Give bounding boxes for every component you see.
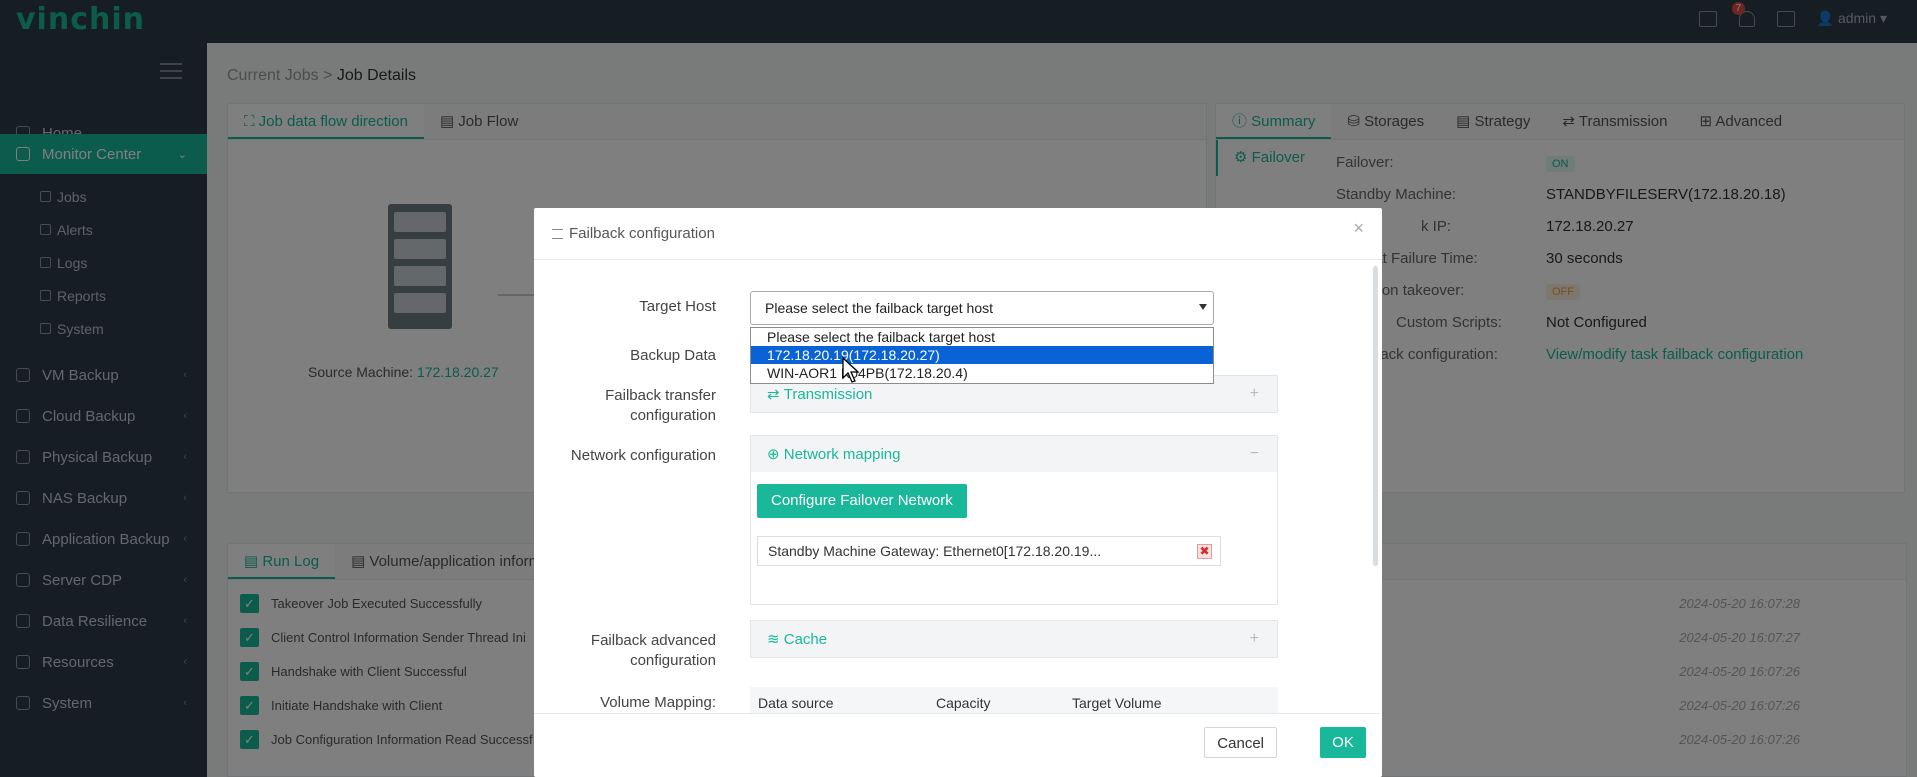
dropdown-option-selected[interactable]: 172.18.20.19(172.18.20.27) [751,346,1213,364]
mouse-cursor-icon [842,357,860,383]
network-mapping-section: ⊕ Network mapping − Configure Failover Ne… [750,435,1278,605]
advanced-config-label: Failback advanced configuration [590,632,716,669]
modal-title: Failback configuration [569,225,715,242]
modal-scrollbar[interactable] [1373,266,1378,566]
target-host-select[interactable]: Please select the failback target host [750,291,1214,325]
settings-list-icon [552,228,563,239]
volume-mapping-label: Volume Mapping: [600,694,716,711]
close-icon[interactable]: × [1353,218,1364,239]
cache-section: ≋ Cache + [750,620,1278,658]
cache-header[interactable]: ≋ Cache + [751,621,1277,657]
modal-header: Failback configuration [534,208,1382,260]
ok-button[interactable]: OK [1320,727,1366,758]
column-header: Target Volume [1072,695,1162,711]
chevron-down-icon [1199,304,1207,310]
target-host-label: Target Host [639,298,716,315]
collapse-icon: − [1249,445,1259,462]
modal-body: Target Host Please select the failback t… [534,261,1380,713]
failback-config-modal: Failback configuration × Target Host Ple… [534,208,1382,777]
target-host-dropdown: Please select the failback target host 1… [750,327,1214,384]
cancel-button[interactable]: Cancel [1204,727,1277,758]
expand-icon: + [1249,385,1259,402]
modal-footer: Cancel OK [534,713,1380,777]
volume-mapping-table-header: Data source Capacity Target Volume [750,687,1278,713]
gateway-mapping-field: Standby Machine Gateway: Ethernet0[172.1… [757,536,1221,566]
remove-icon[interactable]: ✖ [1197,544,1212,559]
network-mapping-header[interactable]: ⊕ Network mapping − [751,436,1277,472]
configure-failover-network-button[interactable]: Configure Failover Network [757,484,967,518]
column-header: Data source [758,695,834,711]
transfer-config-label: Failback transfer configuration [605,387,716,424]
column-header: Capacity [936,695,991,711]
backup-data-label: Backup Data [630,347,716,364]
dropdown-option[interactable]: WIN-AOR1 K04PB(172.18.20.4) [751,364,1213,382]
dropdown-option[interactable]: Please select the failback target host [751,328,1213,346]
network-config-label: Network configuration [570,447,716,464]
expand-icon: + [1249,630,1259,647]
